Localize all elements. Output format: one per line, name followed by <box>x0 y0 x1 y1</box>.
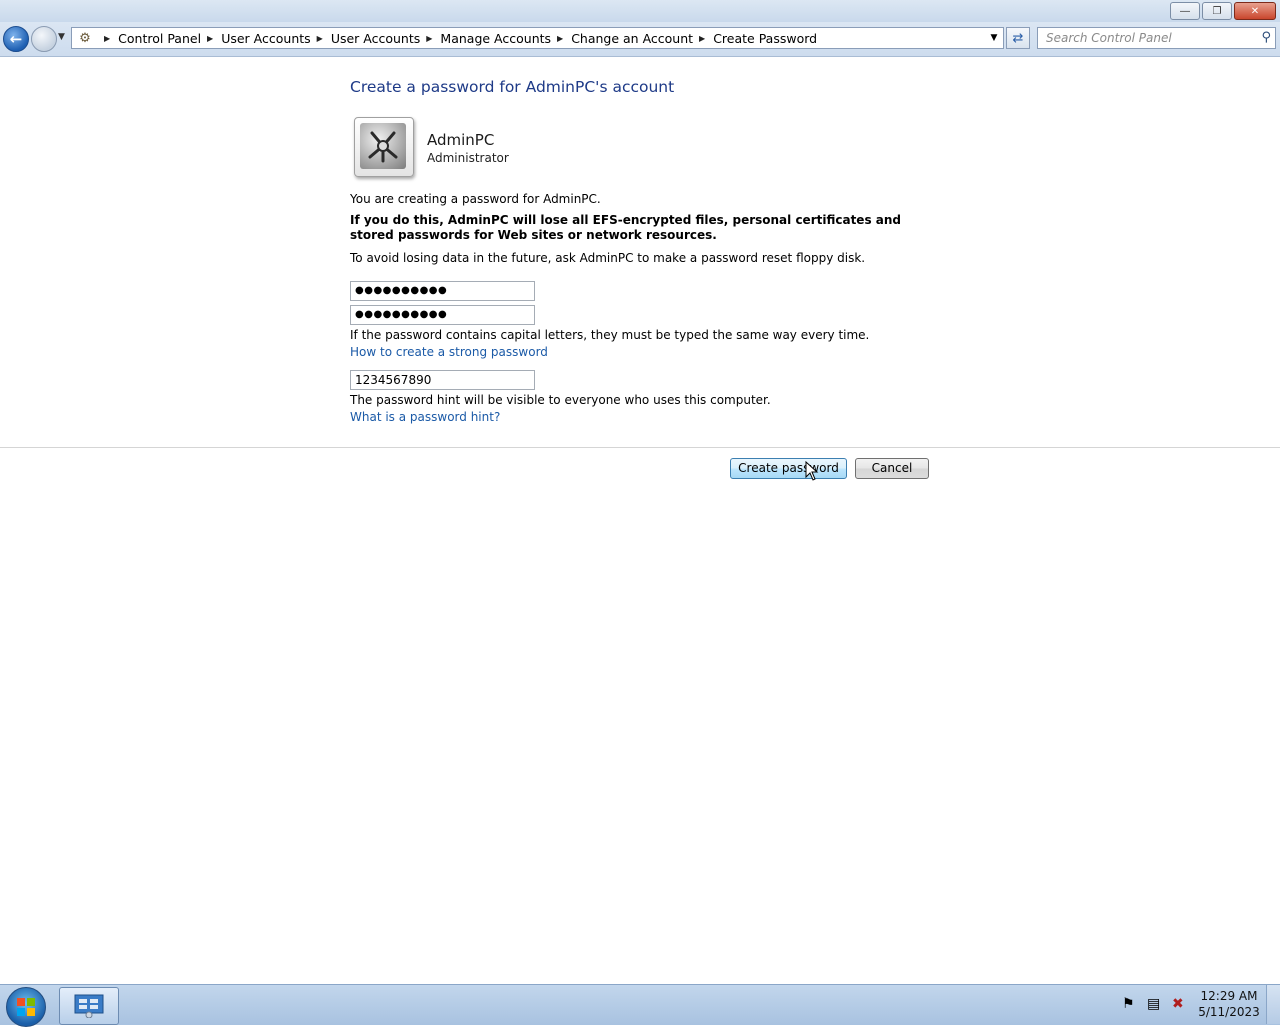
caps-note: If the password contains capital letters… <box>350 328 870 342</box>
search-placeholder: Search Control Panel <box>1046 31 1172 45</box>
recent-pages-dropdown[interactable]: ▼ <box>58 32 65 42</box>
password-hint-link[interactable]: What is a password hint? <box>350 410 500 424</box>
taskbar <box>0 984 1280 1027</box>
address-dropdown-button[interactable]: ▼ <box>985 33 1003 43</box>
breadcrumb-user-accounts-2[interactable]: User Accounts ▶ <box>331 31 441 46</box>
cancel-button[interactable]: Cancel <box>855 458 929 479</box>
show-desktop-button[interactable] <box>1266 985 1280 1024</box>
volume-muted-icon[interactable]: ✖ <box>1172 996 1184 1012</box>
breadcrumb-user-accounts[interactable]: User Accounts ▶ <box>221 31 331 46</box>
password-hint-field[interactable]: 1234567890 <box>350 370 535 390</box>
start-orb-icon <box>17 998 35 1016</box>
network-icon[interactable]: ▤ <box>1147 996 1160 1012</box>
hint-note: The password hint will be visible to eve… <box>350 393 771 407</box>
address-bar[interactable]: ⚙ ▶ Control Panel ▶ User Accounts ▶ User A… <box>71 27 1004 49</box>
control-panel-taskbar-icon <box>74 994 104 1018</box>
close-button[interactable]: ✕ <box>1234 2 1276 20</box>
warning-text: If you do this, AdminPC will lose all EF… <box>350 213 901 242</box>
breadcrumb-root-chevron[interactable]: ▶ <box>98 34 118 43</box>
confirm-password-field[interactable]: ●●●●●●●●●● <box>350 305 535 325</box>
system-clock[interactable]: 12:29 AM 5/11/2023 <box>1196 988 1262 1020</box>
back-icon: ← <box>9 30 23 48</box>
mouse-cursor-icon <box>805 461 819 481</box>
refresh-button[interactable]: ⇄ <box>1006 27 1030 49</box>
clock-date: 5/11/2023 <box>1198 1005 1260 1019</box>
window-controls: ― ❐ ✕ <box>1170 2 1276 20</box>
breadcrumb-manage-accounts[interactable]: Manage Accounts ▶ <box>440 31 571 46</box>
refresh-icon: ⇄ <box>1012 30 1024 46</box>
forward-button[interactable] <box>31 26 57 52</box>
breadcrumb-change-account[interactable]: Change an Account ▶ <box>571 31 713 46</box>
create-password-button[interactable]: Create password <box>730 458 847 479</box>
clock-time: 12:29 AM <box>1200 989 1258 1003</box>
maximize-button[interactable]: ❐ <box>1202 2 1232 20</box>
account-type: Administrator <box>427 151 509 165</box>
strong-password-link[interactable]: How to create a strong password <box>350 345 548 359</box>
flag-icon[interactable]: ⚑ <box>1122 996 1135 1012</box>
title-bar: ― ❐ ✕ <box>0 0 1280 22</box>
search-icon[interactable]: ⚲ <box>1261 28 1271 48</box>
breadcrumb-create-password[interactable]: Create Password <box>713 31 817 46</box>
user-tile-icon <box>360 123 406 169</box>
divider <box>0 447 1280 448</box>
account-name: AdminPC <box>427 131 495 149</box>
start-button[interactable] <box>6 987 46 1027</box>
new-password-field[interactable]: ●●●●●●●●●● <box>350 281 535 301</box>
taskbar-control-panel-button[interactable] <box>59 987 119 1025</box>
page-title: Create a password for AdminPC's account <box>350 78 675 96</box>
control-panel-icon: ⚙ <box>79 30 91 46</box>
minimize-button[interactable]: ― <box>1170 2 1200 20</box>
search-input[interactable]: Search Control Panel ⚲ <box>1037 27 1276 49</box>
breadcrumb-control-panel[interactable]: Control Panel ▶ <box>118 31 221 46</box>
navigation-bar: ← ▼ ⚙ ▶ Control Panel ▶ User Accounts ▶ Us… <box>0 22 1280 57</box>
back-button[interactable]: ← <box>3 26 29 52</box>
info-text: You are creating a password for AdminPC. <box>350 192 601 206</box>
advice-text: To avoid losing data in the future, ask … <box>350 251 866 265</box>
user-tile <box>354 117 414 177</box>
